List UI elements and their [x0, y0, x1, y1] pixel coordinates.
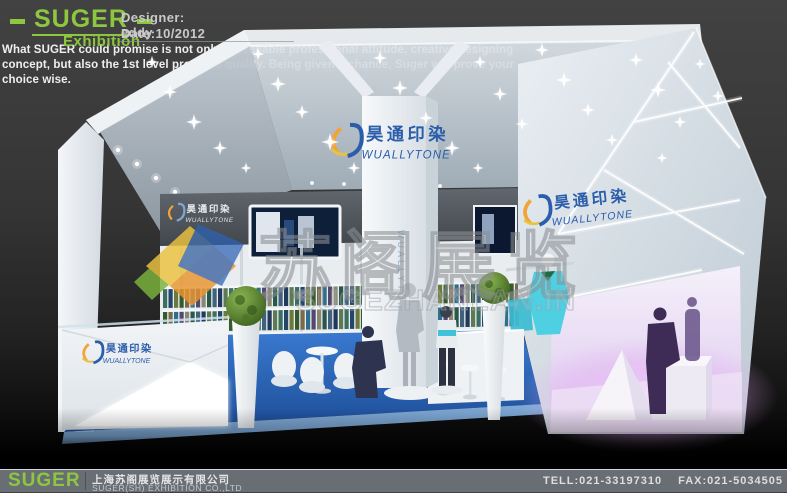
footer-brand: SUGER — [8, 470, 81, 492]
tel-number: TELL:021-33197310 — [543, 475, 662, 487]
lounge-seating — [271, 347, 359, 394]
booth-render: 昊通印染 WUALLYTONE — [0, 0, 787, 492]
brand-dash-left — [10, 19, 25, 24]
fax-number: FAX:021-5034505 — [678, 475, 783, 487]
footer-bar: SUGER 上海苏阁展览展示有限公司 SUGER(SH) EXHIBITION … — [0, 469, 787, 492]
poster-root: { "header": { "brand": "SUGER", "brand_s… — [0, 0, 787, 492]
svg-text:昊通印染: 昊通印染 — [366, 124, 449, 144]
svg-text:WUALLYTONE: WUALLYTONE — [103, 358, 151, 365]
company-name-en: SUGER(SH) EXHIBITION CO.,LTD — [92, 483, 242, 493]
brand-name: SUGER — [32, 7, 130, 36]
footer-contact: TELL:021-33197310 FAX:021-5034505 — [543, 475, 783, 487]
svg-text:WUALLYTONE: WUALLYTONE — [362, 149, 451, 161]
watermark-en: SUGEZHANLAN.IN — [296, 285, 576, 317]
footer-divider — [85, 472, 86, 490]
svg-text:WUALLYTONE: WUALLYTONE — [185, 217, 233, 224]
date-underline — [119, 41, 294, 42]
svg-text:昊通印染: 昊通印染 — [187, 203, 232, 214]
svg-text:昊通印染: 昊通印染 — [106, 342, 153, 355]
floor-shadow — [0, 408, 787, 470]
date-label: Date:10/2012 — [121, 26, 205, 41]
